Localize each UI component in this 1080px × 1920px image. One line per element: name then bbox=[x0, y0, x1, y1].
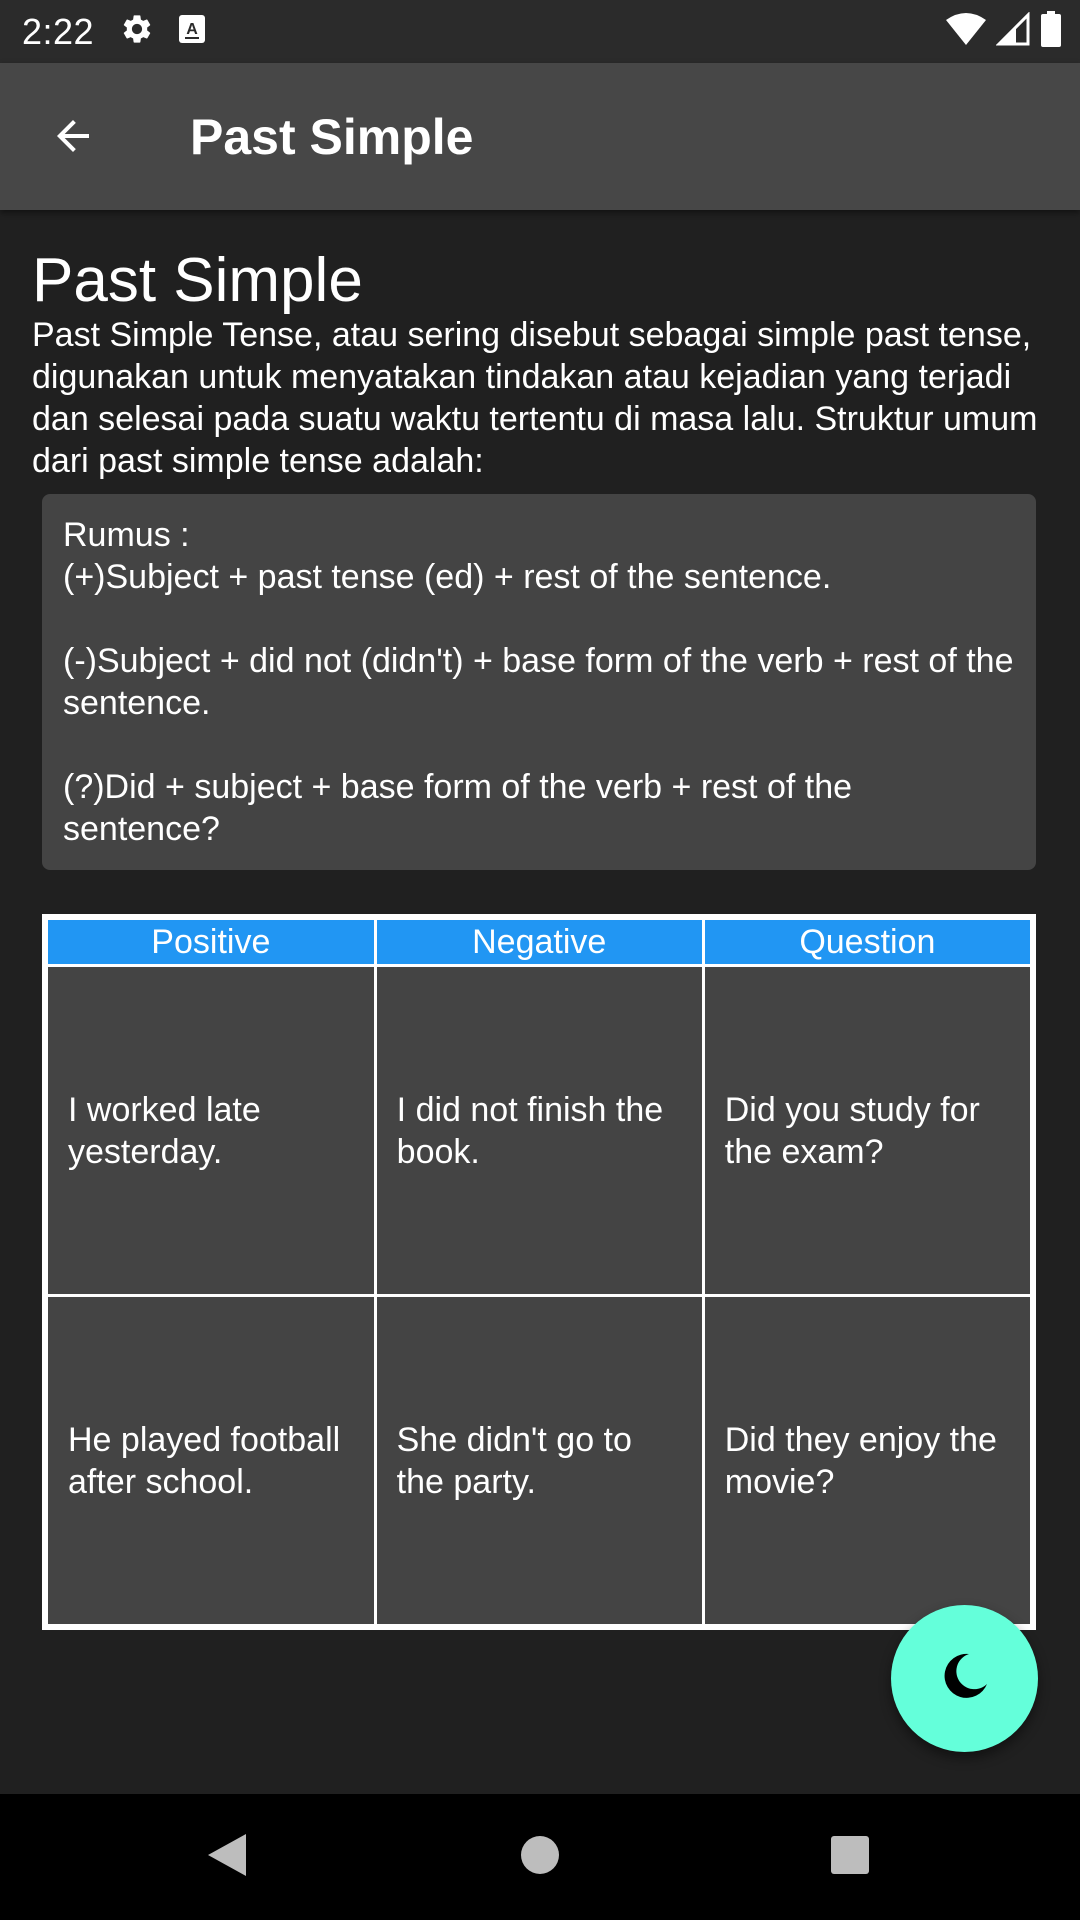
intro-paragraph: Past Simple Tense, atau sering disebut s… bbox=[32, 316, 1038, 480]
header-question: Question bbox=[704, 920, 1030, 964]
table-cell: I did not finish the book. bbox=[376, 967, 702, 1294]
formula-question: (?)Did + subject + base form of the verb… bbox=[63, 768, 862, 848]
status-right-icons bbox=[946, 0, 1062, 63]
table-cell: He played football after school. bbox=[48, 1297, 374, 1624]
wifi-icon bbox=[946, 12, 986, 51]
keyboard-a-icon: A bbox=[178, 14, 206, 49]
app-bar: Past Simple bbox=[0, 63, 1080, 210]
nav-back-button[interactable] bbox=[167, 1794, 287, 1920]
status-left-icons: A bbox=[120, 12, 206, 51]
table-cell: Did you study for the exam? bbox=[704, 967, 1030, 1294]
status-bar: 2:22 A bbox=[0, 0, 1080, 63]
formula-label: Rumus : bbox=[63, 516, 190, 554]
formula-negative: (-)Subject + did not (didn't) + base for… bbox=[63, 642, 1023, 722]
table-cell: I worked late yesterday. bbox=[48, 967, 374, 1294]
back-triangle-icon bbox=[206, 1832, 248, 1883]
header-negative: Negative bbox=[376, 920, 702, 964]
formula-card: Rumus : (+)Subject + past tense (ed) + r… bbox=[42, 494, 1036, 870]
app-bar-title: Past Simple bbox=[190, 108, 474, 165]
formula-positive: (+)Subject + past tense (ed) + rest of t… bbox=[63, 558, 832, 596]
header-positive: Positive bbox=[48, 920, 374, 964]
back-button[interactable] bbox=[38, 103, 108, 173]
home-circle-icon bbox=[520, 1835, 560, 1880]
content-area: Past Simple Past Simple Tense, atau seri… bbox=[0, 210, 1080, 1794]
table-cell: Did they enjoy the movie? bbox=[704, 1297, 1030, 1624]
table-row: He played football after school. She did… bbox=[48, 1297, 1030, 1624]
nav-home-button[interactable] bbox=[480, 1794, 600, 1920]
examples-table: Positive Negative Question I worked late… bbox=[42, 914, 1036, 1630]
status-time: 2:22 bbox=[22, 10, 95, 52]
system-nav-bar bbox=[0, 1794, 1080, 1920]
battery-icon bbox=[1040, 11, 1062, 52]
recents-square-icon bbox=[830, 1835, 870, 1880]
nav-recents-button[interactable] bbox=[790, 1794, 910, 1920]
moon-icon bbox=[939, 1650, 991, 1707]
settings-icon bbox=[120, 12, 154, 51]
svg-text:A: A bbox=[186, 21, 198, 38]
table-cell: She didn't go to the party. bbox=[376, 1297, 702, 1624]
page-title: Past Simple bbox=[32, 246, 363, 315]
table-header-row: Positive Negative Question bbox=[48, 920, 1030, 964]
arrow-back-icon bbox=[49, 112, 97, 165]
cell-signal-icon bbox=[995, 11, 1030, 51]
theme-toggle-fab[interactable] bbox=[891, 1605, 1038, 1752]
table-row: I worked late yesterday. I did not finis… bbox=[48, 967, 1030, 1294]
